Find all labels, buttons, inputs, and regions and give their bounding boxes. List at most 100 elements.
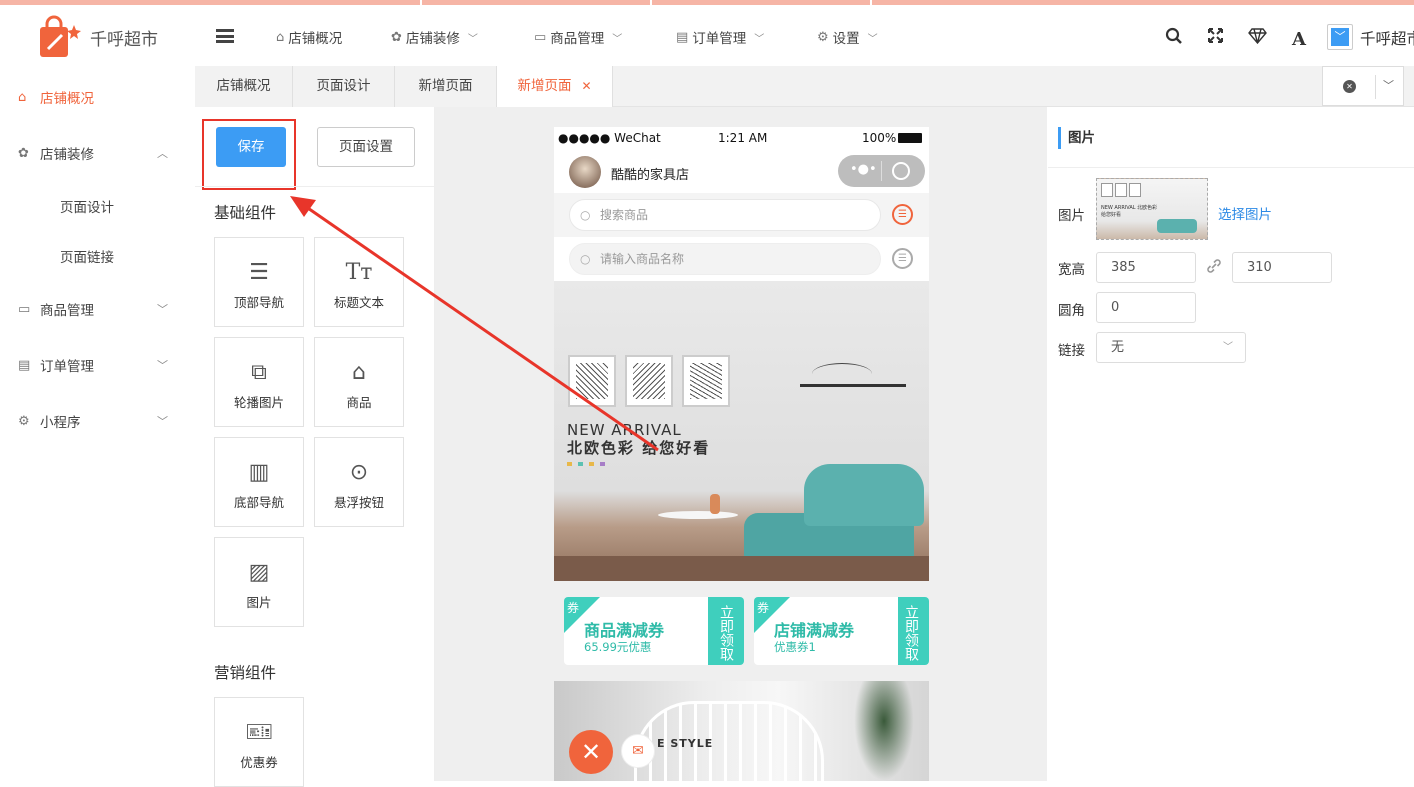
menu-toggle-icon[interactable] xyxy=(216,29,234,43)
component-carousel[interactable]: ⧉ 轮播图片 xyxy=(214,337,304,427)
coupon-card[interactable]: 券 商品满减券 65.99元优惠 立即领取 xyxy=(564,597,744,665)
page-settings-button[interactable]: 页面设置 xyxy=(317,127,415,167)
lamp-icon xyxy=(812,363,872,385)
component-label: 图片 xyxy=(246,595,272,610)
sidebar-subitem-page-link[interactable]: 页面链接 xyxy=(60,246,114,266)
image-thumbnail[interactable]: NEW ARRIVAL 北欧色彩 给您好看 xyxy=(1096,178,1208,240)
chevron-down-icon: ﹀ xyxy=(467,33,478,45)
coupon-card[interactable]: 券 店铺满减券 优惠券1 立即领取 xyxy=(754,597,929,665)
palette-icon: ✿ xyxy=(18,145,29,161)
search-bar-1: ○ 搜索商品 ☰ xyxy=(554,193,929,237)
document-icon: ▤ xyxy=(676,29,689,45)
component-image[interactable]: ▨ 图片 xyxy=(214,537,304,627)
width-input[interactable]: 385 xyxy=(1096,252,1196,283)
chevron-down-icon: ﹀ xyxy=(1223,342,1233,353)
sidebar-subitem-page-design[interactable]: 页面设计 xyxy=(60,196,114,216)
close-icon[interactable]: ✕ xyxy=(581,79,591,93)
color-dots xyxy=(567,462,605,466)
bed-caption: E STYLE xyxy=(657,737,714,750)
image-icon: ▨ xyxy=(248,560,270,585)
choose-image-link[interactable]: 选择图片 xyxy=(1218,203,1272,223)
radius-input[interactable]: 0 xyxy=(1096,292,1196,323)
chevron-down-icon: ﹀ xyxy=(754,33,765,45)
link-select[interactable]: 无 ﹀ xyxy=(1096,332,1246,363)
component-label: 标题文本 xyxy=(333,295,384,310)
lamp-arm xyxy=(800,384,906,387)
component-top-nav[interactable]: ☰ 顶部导航 xyxy=(214,237,304,327)
gear-icon: ⚙ xyxy=(18,413,30,429)
float-close-button[interactable]: ✕ xyxy=(569,730,613,774)
link-icon[interactable] xyxy=(1205,257,1223,275)
chevron-up-icon: ︿ xyxy=(157,147,168,160)
chevron-down-icon[interactable]: ﹀ xyxy=(1383,77,1394,93)
tab-new-page-active[interactable]: 新增页面 ✕ xyxy=(497,66,613,108)
clock-icon[interactable]: ☰ xyxy=(892,248,913,269)
close-mini-icon[interactable] xyxy=(892,162,910,180)
capsule-menu[interactable]: •●• xyxy=(838,155,925,187)
sidebar-item-products[interactable]: ▭ 商品管理 ﹀ xyxy=(18,299,178,320)
app-name: 千呼超市 xyxy=(90,29,158,50)
time-text: 1:21 AM xyxy=(718,131,768,145)
component-title-text[interactable]: Tт 标题文本 xyxy=(314,237,404,327)
topnav-label: 商品管理 xyxy=(550,31,605,47)
fullscreen-icon[interactable] xyxy=(1207,27,1224,44)
sidebar-item-decoration[interactable]: ✿ 店铺装修 ︿ xyxy=(18,143,178,164)
shop-avatar xyxy=(569,156,601,188)
tab-page-design[interactable]: 页面设计 xyxy=(293,66,395,107)
carrier-text: ●●●●● WeChat xyxy=(558,131,661,145)
topnav-label: 店铺装修 xyxy=(405,31,460,47)
font-icon[interactable]: A xyxy=(1292,29,1306,50)
search-icon[interactable] xyxy=(1165,27,1183,45)
side-table xyxy=(658,511,738,519)
properties-panel: 图片 图片 NEW ARRIVAL 北欧色彩 给您好看 选择图片 宽高 385 … xyxy=(1048,107,1414,781)
topnav-item-products[interactable]: ▭ 商品管理 ﹀ xyxy=(534,27,623,48)
height-input[interactable]: 310 xyxy=(1232,252,1332,283)
component-label: 轮播图片 xyxy=(233,395,284,410)
search-icon: ○ xyxy=(580,252,591,266)
home-icon: ⌂ xyxy=(276,29,285,45)
user-name[interactable]: 千呼超市 xyxy=(1360,27,1414,49)
size-label: 宽高 xyxy=(1058,262,1085,278)
box-icon: ▭ xyxy=(18,301,31,317)
sidebar-item-label: 店铺概况 xyxy=(40,91,94,107)
search-input-1[interactable]: ○ 搜索商品 xyxy=(569,199,881,231)
armchair-back xyxy=(804,464,924,526)
chevron-down-icon: ﹀ xyxy=(157,303,168,316)
link-label: 链接 xyxy=(1058,343,1085,359)
message-icon[interactable]: ✉ xyxy=(621,734,655,768)
plant xyxy=(854,681,914,781)
coupon-claim-button[interactable]: 立即领取 xyxy=(708,597,744,665)
battery-text: 100% xyxy=(862,131,897,145)
coupon-claim-button[interactable]: 立即领取 xyxy=(898,597,929,665)
banner-image[interactable]: NEW ARRIVAL 北欧色彩 给您好看 xyxy=(554,281,929,581)
component-coupon[interactable]: 🎫︎ 优惠券 xyxy=(214,697,304,787)
list-icon: ☰ xyxy=(249,260,269,285)
chevron-down-icon: ﹀ xyxy=(612,33,623,45)
checkbox-icon[interactable]: ﹀ xyxy=(1327,24,1353,50)
sidebar-item-overview[interactable]: ⌂ 店铺概况 xyxy=(18,87,178,108)
clock-icon[interactable]: ☰ xyxy=(892,204,913,225)
sidebar-item-orders[interactable]: ▤ 订单管理 ﹀ xyxy=(18,355,178,376)
tab-new-page[interactable]: 新增页面 xyxy=(395,66,497,107)
topnav-item-settings[interactable]: ⚙ 设置 ﹀ xyxy=(817,27,878,48)
shop-name: 酷酷的家具店 xyxy=(611,168,690,183)
topnav-item-decoration[interactable]: ✿ 店铺装修 ﹀ xyxy=(391,27,478,48)
close-all-icon[interactable]: ✕ xyxy=(1343,80,1356,93)
topnav-label: 店铺概况 xyxy=(288,31,343,47)
topnav-item-overview[interactable]: ⌂ 店铺概况 xyxy=(276,27,343,48)
component-bottom-nav[interactable]: ▥ 底部导航 xyxy=(214,437,304,527)
shop-header: 酷酷的家具店 •●• xyxy=(554,149,929,193)
search-input-2[interactable]: ○ 请输入商品名称 xyxy=(569,243,881,275)
bed-image[interactable]: E STYLE xyxy=(554,681,929,781)
more-icon[interactable]: •●• xyxy=(850,162,877,177)
coupon-tag-text: 券 xyxy=(567,601,580,615)
topnav-item-orders[interactable]: ▤ 订单管理 ﹀ xyxy=(676,27,765,48)
coupon-sub: 65.99元优惠 xyxy=(584,640,652,654)
component-float-button[interactable]: ⊙ 悬浮按钮 xyxy=(314,437,404,527)
sidebar-item-miniprogram[interactable]: ⚙ 小程序 ﹀ xyxy=(18,411,178,432)
component-product[interactable]: ⌂ 商品 xyxy=(314,337,404,427)
diamond-icon[interactable] xyxy=(1248,28,1267,44)
app-logo[interactable]: 千呼超市 xyxy=(38,15,158,59)
tab-overview[interactable]: 店铺概况 xyxy=(195,66,293,107)
sidebar: ⌂ 店铺概况 ✿ 店铺装修 ︿ 页面设计 页面链接 ▭ 商品管理 ﹀ ▤ 订单管理 ﹀ ⚙ 小程… xyxy=(0,65,195,781)
